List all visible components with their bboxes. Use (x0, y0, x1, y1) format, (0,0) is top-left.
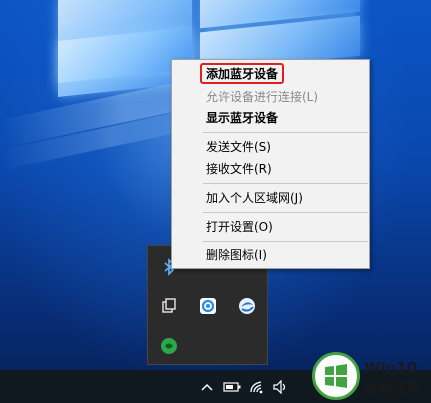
menu-item-join-pan[interactable]: 加入个人区域网(J) (172, 186, 369, 210)
menu-item-receive-file[interactable]: 接收文件(R) (172, 157, 369, 181)
tray-app-icon-4[interactable] (197, 295, 219, 317)
menu-separator (203, 132, 368, 133)
wifi-icon[interactable] (246, 370, 270, 403)
menu-item-show-bluetooth-devices[interactable]: 显示蓝牙设备 (172, 106, 369, 130)
menu-item-send-file[interactable]: 发送文件(S) (172, 135, 369, 159)
watermark-line1: Win10 (364, 359, 418, 377)
watermark-win10-xitongzhijia: Win10 系统之家 (312, 352, 431, 403)
volume-icon[interactable] (270, 370, 290, 403)
menu-separator (203, 212, 368, 213)
tray-app-icon-6[interactable] (158, 335, 180, 357)
show-hidden-icons-chevron-icon[interactable] (197, 370, 217, 403)
highlight-annotation-box (200, 63, 284, 84)
watermark-logo-icon (312, 352, 360, 400)
menu-item-open-settings[interactable]: 打开设置(O) (172, 215, 369, 239)
tray-app-icon-3[interactable] (158, 295, 180, 317)
watermark-line2: 系统之家 (364, 381, 420, 397)
menu-item-remove-icon[interactable]: 删除图标(I) (172, 243, 369, 267)
tray-app-icon-5[interactable] (236, 295, 258, 317)
menu-separator (203, 241, 368, 242)
menu-separator (203, 183, 368, 184)
bluetooth-context-menu: 添加蓝牙设备 允许设备进行连接(L) 显示蓝牙设备 发送文件(S) 接收文件(R… (171, 59, 370, 269)
battery-icon[interactable] (220, 370, 244, 403)
